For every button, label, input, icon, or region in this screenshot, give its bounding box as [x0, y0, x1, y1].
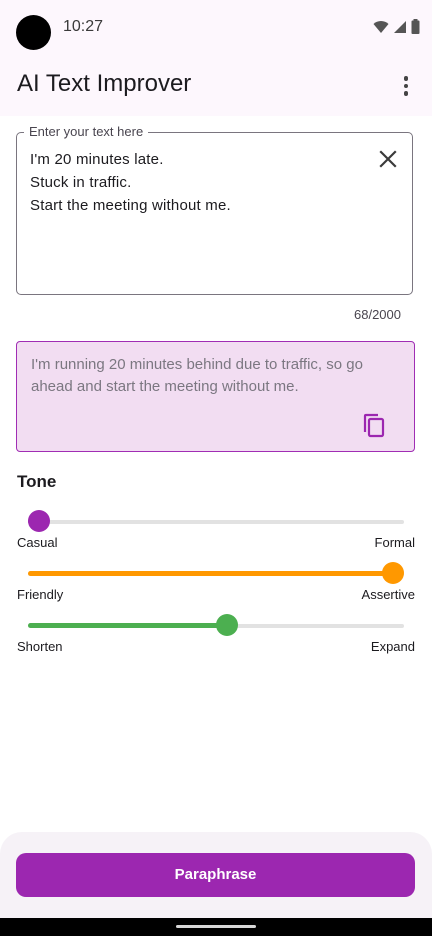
app-title: AI Text Improver	[17, 70, 192, 97]
slider-max-label-formality: Formal	[374, 535, 415, 550]
slider-max-label-assertiveness: Assertive	[361, 587, 415, 602]
text-input-value[interactable]: I'm 20 minutes late. Stuck in traffic. S…	[30, 148, 231, 217]
signal-icon	[394, 20, 406, 33]
slider-fill-assertiveness	[28, 571, 393, 576]
camera-cutout	[16, 15, 51, 50]
status-icons	[373, 19, 420, 34]
copy-icon[interactable]	[362, 413, 386, 439]
home-handle[interactable]	[176, 925, 256, 928]
wifi-icon	[373, 20, 389, 33]
text-input-label: Enter your text here	[24, 124, 149, 139]
slider-thumb-length[interactable]	[216, 614, 239, 636]
status-time: 10:27	[63, 18, 104, 35]
slider-min-label-formality: Casual	[17, 535, 58, 550]
paraphrase-button[interactable]: Paraphrase	[16, 853, 415, 897]
close-icon[interactable]	[378, 149, 398, 169]
slider-min-label-assertiveness: Friendly	[17, 587, 64, 602]
character-counter: 68/2000	[354, 307, 401, 322]
app-bar: AI Text Improver	[0, 56, 432, 116]
slider-thumb-assertiveness[interactable]	[381, 562, 404, 584]
status-bar: 10:27	[0, 0, 432, 56]
slider-fill-length	[28, 623, 228, 628]
more-vert-icon[interactable]	[394, 74, 418, 98]
result-text: I'm running 20 minutes behind due to tra…	[31, 356, 363, 395]
slider-thumb-formality[interactable]	[28, 510, 51, 532]
tone-title: Tone	[17, 472, 57, 491]
battery-icon	[411, 19, 420, 34]
slider-track-formality[interactable]	[28, 520, 404, 524]
slider-max-label-length: Expand	[370, 639, 415, 654]
slider-min-label-length: Shorten	[17, 639, 63, 654]
